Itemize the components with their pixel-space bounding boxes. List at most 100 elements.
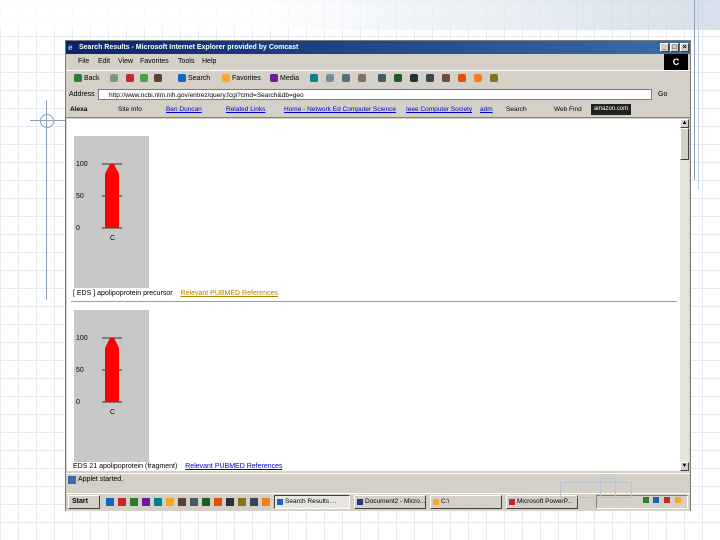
quicklaunch-icon[interactable]	[118, 498, 126, 506]
link-ieee[interactable]: Ieee Computer Society	[406, 102, 472, 117]
scroll-down-button[interactable]: ▼	[680, 462, 689, 471]
title-bar[interactable]: e Search Results - Microsoft Internet Ex…	[66, 41, 690, 54]
pubmed-references-link[interactable]: Relevant PUBMED References	[181, 290, 278, 297]
mail-button[interactable]	[326, 71, 336, 87]
quicklaunch-icon[interactable]	[226, 498, 234, 506]
ie-quicklaunch-icon[interactable]	[106, 498, 114, 506]
chart-panel: 100 50 0 C	[74, 136, 149, 288]
menu-view[interactable]: View	[118, 55, 133, 69]
chart-panel: 100 50 0 C	[74, 310, 149, 462]
web-find-button[interactable]: Web Find	[554, 102, 582, 117]
media-button[interactable]: Media	[270, 71, 299, 87]
menu-help[interactable]: Help	[202, 55, 216, 69]
quicklaunch-icon[interactable]	[190, 498, 198, 506]
back-arrow-icon	[74, 74, 82, 83]
quicklaunch-icon[interactable]	[262, 498, 270, 506]
pubmed-references-link[interactable]: Relevant PUBMED References	[185, 463, 282, 470]
y-tick-label: 0	[76, 225, 80, 232]
menu-bar: File Edit View Favorites Tools Help	[66, 55, 690, 69]
tool-button-2[interactable]	[442, 71, 452, 87]
task-c-drive[interactable]: C:\	[430, 495, 502, 509]
link-adm[interactable]: adm	[480, 102, 493, 117]
toolbar: Back Search Favorites Media	[66, 70, 690, 87]
menu-file[interactable]: File	[78, 55, 89, 69]
page-content: 100 50 0 C [ EDS ] apolipoprotein precursor…	[67, 119, 680, 471]
history-icon	[310, 74, 318, 83]
quicklaunch-icon[interactable]	[154, 498, 162, 506]
powerpoint-icon	[509, 499, 515, 505]
task-search-results[interactable]: Search Results ...	[274, 495, 350, 509]
tool-button-4[interactable]	[474, 71, 484, 87]
result-caption: [ EDS ] apolipoprotein precursor Relevan…	[73, 290, 278, 297]
task-document2[interactable]: Document2 - Micro...	[354, 495, 426, 509]
print-button[interactable]	[342, 71, 352, 87]
start-button[interactable]: Start	[68, 495, 100, 509]
quicklaunch-icon[interactable]	[238, 498, 246, 506]
home-button[interactable]	[154, 71, 164, 87]
tool-button-1[interactable]	[426, 71, 436, 87]
ie-icon	[277, 499, 283, 505]
amazon-logo[interactable]: amazon.com	[591, 104, 631, 115]
menu-tools[interactable]: Tools	[178, 55, 194, 69]
edit-icon	[358, 74, 366, 83]
applet-icon	[68, 476, 76, 484]
ie-icon: e	[68, 43, 73, 52]
quicklaunch-icon[interactable]	[142, 498, 150, 506]
research-icon	[410, 74, 418, 83]
alexa-search-button[interactable]: Search	[506, 102, 527, 117]
tray-icon[interactable]	[675, 497, 681, 503]
scroll-thumb[interactable]	[680, 128, 689, 160]
edit-button[interactable]	[358, 71, 368, 87]
forward-button[interactable]	[110, 71, 120, 87]
vertical-scrollbar[interactable]: ▲ ▼	[680, 119, 689, 471]
search-button[interactable]: Search	[178, 71, 210, 87]
quicklaunch-icon[interactable]	[130, 498, 138, 506]
maximize-button[interactable]: □	[670, 43, 679, 52]
minimize-button[interactable]: _	[660, 43, 669, 52]
quicklaunch-icon[interactable]	[214, 498, 222, 506]
address-input[interactable]: http://www.ncbi.nlm.nih.gov/entrez/query…	[98, 89, 652, 100]
expression-chart: 100 50 0 C	[76, 335, 122, 416]
result-item-2: 100 50 0 C EDS 21 apolipoprotein (fragment)…	[67, 303, 680, 471]
stop-button[interactable]	[126, 71, 136, 87]
quicklaunch-icon[interactable]	[202, 498, 210, 506]
site-info-button[interactable]: Site Info	[118, 102, 142, 117]
tray-icon[interactable]	[642, 497, 649, 503]
window-title: Search Results - Microsoft Internet Expl…	[79, 44, 299, 51]
close-button[interactable]: ×	[680, 43, 689, 52]
research-button[interactable]	[410, 71, 420, 87]
go-button[interactable]: Go	[658, 87, 667, 102]
menu-edit[interactable]: Edit	[98, 55, 110, 69]
back-button[interactable]: Back	[74, 71, 100, 87]
tray-icon[interactable]	[664, 497, 671, 503]
tool-button-3[interactable]	[458, 71, 468, 87]
expression-chart: 100 50 0 C	[76, 161, 122, 242]
tray-icon[interactable]	[653, 497, 660, 503]
result-id[interactable]: EDS 21	[73, 463, 97, 470]
link-home-network[interactable]: Home - Network Ed Computer Science	[284, 102, 396, 117]
tool-icon	[442, 74, 450, 83]
menu-favorites[interactable]: Favorites	[140, 55, 169, 69]
quicklaunch-icon[interactable]	[178, 498, 186, 506]
scroll-up-button[interactable]: ▲	[680, 119, 689, 128]
quicklaunch-icon[interactable]	[166, 498, 174, 506]
result-caption: EDS 21 apolipoprotein (fragment) Relevan…	[73, 463, 283, 470]
address-bar: Address http://www.ncbi.nlm.nih.gov/entr…	[66, 87, 690, 102]
messenger-button[interactable]	[394, 71, 404, 87]
quicklaunch-icon[interactable]	[250, 498, 258, 506]
link-ben-duncan[interactable]: Ben Duncan	[166, 102, 202, 117]
browser-window: e Search Results - Microsoft Internet Ex…	[65, 40, 691, 511]
alexa-toolbar-label[interactable]: Alexa	[70, 102, 87, 117]
link-related-links[interactable]: Related Links	[226, 102, 265, 117]
tool-button-5[interactable]	[490, 71, 500, 87]
result-description: apolipoprotein precursor	[97, 290, 173, 297]
discuss-button[interactable]	[378, 71, 388, 87]
result-id[interactable]: [ EDS ]	[73, 290, 95, 297]
discuss-icon	[378, 74, 386, 83]
slide-deco-vertical-line	[46, 100, 47, 300]
forward-arrow-icon	[110, 74, 118, 83]
favorites-button[interactable]: Favorites	[222, 71, 261, 87]
refresh-button[interactable]	[140, 71, 150, 87]
history-button[interactable]	[310, 71, 320, 87]
tool-icon	[458, 74, 466, 83]
